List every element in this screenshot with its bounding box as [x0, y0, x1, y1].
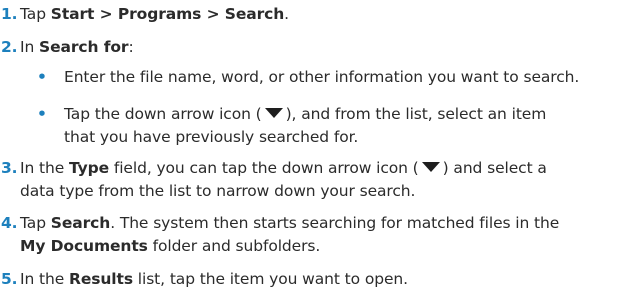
instruction-list: 1. Tap Start > Programs > Search. 2. In … — [0, 0, 635, 297]
step-bold-term: Start > Programs > Search — [50, 5, 285, 23]
step-text: field, you can tap the down arrow icon ( — [109, 159, 419, 177]
step-bold-term: Search — [50, 214, 111, 232]
step-number: 3. — [1, 159, 18, 177]
step-text: ) and select a — [442, 159, 547, 177]
step-2: 2. In Search for: — [0, 36, 629, 59]
bullet-text-line-2: that you have previously searched for. — [64, 128, 359, 146]
step-text: In the — [20, 270, 69, 288]
step-1: 1. Tap Start > Programs > Search. — [0, 3, 629, 26]
step-bold-term: Results — [69, 270, 133, 288]
step-number: 5. — [1, 270, 18, 288]
step-5: 5. In the Results list, tap the item you… — [0, 268, 629, 291]
bullet-text: Tap the down arrow icon ( — [64, 105, 262, 123]
step-2-bullet-2: • Tap the down arrow icon ( ), and from t… — [36, 103, 629, 149]
bullet-text: Enter the file name, word, or other info… — [64, 68, 580, 86]
down-arrow-icon — [421, 162, 440, 172]
step-text: . — [284, 5, 289, 23]
step-text: In — [20, 38, 40, 56]
step-3: 3. In the Type field, you can tap the do… — [0, 157, 629, 203]
step-bold-term: My Documents — [20, 237, 148, 255]
step-number: 4. — [1, 214, 18, 232]
step-text: In the — [20, 159, 69, 177]
step-bold-term: Type — [69, 159, 110, 177]
step-text: Tap — [20, 214, 51, 232]
step-text: . The system then starts searching for m… — [110, 214, 560, 232]
step-text: list, tap the item you want to open. — [132, 270, 408, 288]
bullet-marker: • — [37, 105, 47, 123]
step-number: 1. — [1, 5, 18, 23]
down-arrow-icon — [264, 108, 283, 118]
step-text: folder and subfolders. — [147, 237, 321, 255]
step-2-bullet-1: • Enter the file name, word, or other in… — [36, 66, 629, 89]
step-number: 2. — [1, 38, 18, 56]
step-bold-term: Search for — [39, 38, 129, 56]
step-text: Tap — [20, 5, 51, 23]
step-4: 4. Tap Search. The system then starts se… — [0, 212, 629, 258]
step-text: : — [128, 38, 134, 56]
step-text-line-2: data type from the list to narrow down y… — [20, 182, 416, 200]
bullet-text: ), and from the list, select an item — [285, 105, 547, 123]
bullet-marker: • — [37, 68, 47, 86]
